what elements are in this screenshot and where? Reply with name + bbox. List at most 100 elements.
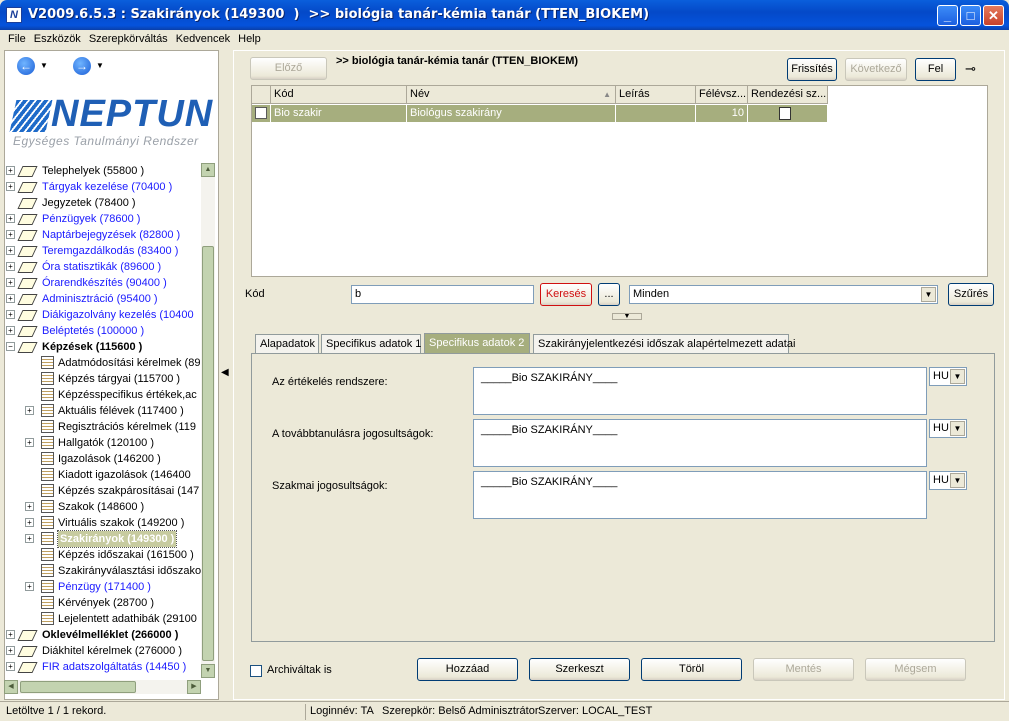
tree-item[interactable]: + FIR adatszolgáltatás (14450 ) <box>4 659 201 675</box>
scroll-thumb[interactable] <box>202 246 214 661</box>
expand-icon[interactable]: + <box>25 438 34 447</box>
szakmai-textarea[interactable]: _____Bio SZAKIRÁNY____ <box>473 471 927 519</box>
expand-icon[interactable]: + <box>6 166 15 175</box>
scroll-thumb-horizontal[interactable] <box>20 681 136 693</box>
scroll-down-icon[interactable]: ▼ <box>201 664 215 678</box>
tab-alapadatok[interactable]: Alapadatok <box>255 334 319 354</box>
tree-item[interactable]: Igazolások (146200 ) <box>4 451 201 467</box>
back-dropdown-icon[interactable]: ▼ <box>40 61 48 70</box>
scroll-left-icon[interactable]: ◀ <box>4 680 18 694</box>
cancel-button[interactable]: Mégsem <box>865 658 966 681</box>
tree-item[interactable]: Képzés időszakai (161500 ) <box>4 547 201 563</box>
chevron-down-icon[interactable]: ▼ <box>921 287 936 302</box>
row-checkbox[interactable] <box>252 105 271 122</box>
column-header-rendezesi[interactable]: Rendezési sz... <box>748 86 828 104</box>
expand-icon[interactable]: + <box>6 262 15 271</box>
expand-icon[interactable]: + <box>6 662 15 671</box>
expand-icon[interactable]: + <box>25 534 34 543</box>
forward-arrow-icon[interactable]: → <box>73 57 91 75</box>
pin-icon[interactable]: ⊸ <box>965 61 976 77</box>
collapse-down-icon[interactable]: ▼ <box>612 313 642 320</box>
expand-icon[interactable]: + <box>6 278 15 287</box>
column-header-nev[interactable]: Név ▲ <box>407 86 616 104</box>
refresh-button[interactable]: Frissítés <box>787 58 837 81</box>
menu-tools[interactable]: Eszközök <box>30 31 85 48</box>
expand-icon[interactable]: + <box>6 214 15 223</box>
tab-szakiranyjelentkezesi[interactable]: Szakirányjelentkezési időszak alapértelm… <box>533 334 795 354</box>
tree-item[interactable]: + Szakirányok (149300 ) <box>4 530 201 548</box>
tree-vertical-scrollbar[interactable]: ▲ ▼ <box>201 163 215 678</box>
tree-item[interactable]: Képzésspecifikus értékek,ac <box>4 387 201 403</box>
scroll-right-icon[interactable]: ▶ <box>187 680 201 694</box>
tree-item[interactable]: + Tárgyak kezelése (70400 ) <box>4 179 201 195</box>
tree-item[interactable]: + Diákigazolvány kezelés (10400 <box>4 307 201 323</box>
expand-icon[interactable]: + <box>6 294 15 303</box>
delete-button[interactable]: Töröl <box>641 658 742 681</box>
tree-horizontal-scrollbar[interactable]: ◀ ▶ <box>4 680 201 694</box>
tree-item[interactable]: + Teremgazdálkodás (83400 ) <box>4 243 201 259</box>
expand-icon[interactable]: + <box>25 406 34 415</box>
expand-icon[interactable]: + <box>6 182 15 191</box>
menu-help[interactable]: Help <box>234 31 265 48</box>
tree-item[interactable]: + Szakok (148600 ) <box>4 499 201 515</box>
tab-specifikus-2[interactable]: Specifikus adatok 2 <box>424 333 530 354</box>
expand-icon[interactable]: + <box>25 582 34 591</box>
filter-input[interactable]: b <box>351 285 534 304</box>
back-arrow-icon[interactable]: ← <box>17 57 35 75</box>
tree-item[interactable]: + Diákhitel kérelmek (276000 ) <box>4 643 201 659</box>
chevron-down-icon[interactable]: ▼ <box>950 473 965 488</box>
column-header-leiras[interactable]: Leírás <box>616 86 696 104</box>
tree-item[interactable]: + Aktuális félévek (117400 ) <box>4 403 201 419</box>
collapse-icon[interactable]: − <box>6 342 15 351</box>
expand-icon[interactable]: + <box>25 518 34 527</box>
menu-file[interactable]: File <box>4 31 30 48</box>
expand-icon[interactable]: + <box>6 326 15 335</box>
collapse-left-icon[interactable]: ◀ <box>221 367 229 378</box>
chevron-down-icon[interactable]: ▼ <box>950 421 965 436</box>
save-button[interactable]: Mentés <box>753 658 854 681</box>
tree-item[interactable]: + Oklevélmelléklet (266000 ) <box>4 627 201 643</box>
tree-item[interactable]: + Beléptetés (100000 ) <box>4 323 201 339</box>
tree-item[interactable]: + Pénzügyek (78600 ) <box>4 211 201 227</box>
tree-item[interactable]: + Óra statisztikák (89600 ) <box>4 259 201 275</box>
expand-icon[interactable]: + <box>6 310 15 319</box>
add-button[interactable]: Hozzáad <box>417 658 518 681</box>
tree-item[interactable]: + Pénzügy (171400 ) <box>4 579 201 595</box>
tree-item[interactable]: + Adminisztráció (95400 ) <box>4 291 201 307</box>
tree-item[interactable]: Kiadott igazolások (146400 <box>4 467 201 483</box>
chevron-down-icon[interactable]: ▼ <box>950 369 965 384</box>
minimize-button[interactable]: _ <box>937 5 958 26</box>
ertekeles-textarea[interactable]: _____Bio SZAKIRÁNY____ <box>473 367 927 415</box>
expand-icon[interactable]: + <box>6 646 15 655</box>
tovabbtanulas-language-select[interactable]: HU ▼ <box>929 419 967 438</box>
expand-icon[interactable]: + <box>6 630 15 639</box>
tree-item[interactable]: Adatmódosítási kérelmek (89 <box>4 355 201 371</box>
tree-item[interactable]: − Képzések (115600 ) <box>4 339 201 355</box>
maximize-button[interactable]: □ <box>960 5 981 26</box>
tree-item[interactable]: + Órarendkészítés (90400 ) <box>4 275 201 291</box>
forward-dropdown-icon[interactable]: ▼ <box>96 61 104 70</box>
scope-select[interactable]: Minden ▼ <box>629 285 938 304</box>
menu-role-switch[interactable]: Szerepkörváltás <box>85 31 172 48</box>
more-options-button[interactable]: ... <box>598 283 620 306</box>
ertekeles-language-select[interactable]: HU ▼ <box>929 367 967 386</box>
tovabbtanulas-textarea[interactable]: _____Bio SZAKIRÁNY____ <box>473 419 927 467</box>
expand-icon[interactable]: + <box>6 230 15 239</box>
tree-item[interactable]: Regisztrációs kérelmek (119 <box>4 419 201 435</box>
tree-item[interactable]: Lejelentett adathibák (29100 <box>4 611 201 627</box>
tree-item[interactable]: + Naptárbejegyzések (82800 ) <box>4 227 201 243</box>
close-button[interactable]: ✕ <box>983 5 1004 26</box>
tree-item[interactable]: Szakirányválasztási időszako <box>4 563 201 579</box>
filter-button[interactable]: Szűrés <box>948 283 994 306</box>
tree-item[interactable]: Képzés szakpárosításai (147 <box>4 483 201 499</box>
edit-button[interactable]: Szerkeszt <box>529 658 630 681</box>
scroll-up-icon[interactable]: ▲ <box>201 163 215 177</box>
tree-item[interactable]: + Hallgatók (120100 ) <box>4 435 201 451</box>
up-button[interactable]: Fel <box>915 58 956 81</box>
column-header-felevszam[interactable]: Félévsz... <box>696 86 748 104</box>
tree-item[interactable]: Jegyzetek (78400 ) <box>4 195 201 211</box>
search-button[interactable]: Keresés <box>540 283 592 306</box>
next-button[interactable]: Következő <box>845 58 907 81</box>
archived-checkbox[interactable] <box>250 665 262 677</box>
tree-item[interactable]: + Telephelyek (55800 ) <box>4 163 201 179</box>
